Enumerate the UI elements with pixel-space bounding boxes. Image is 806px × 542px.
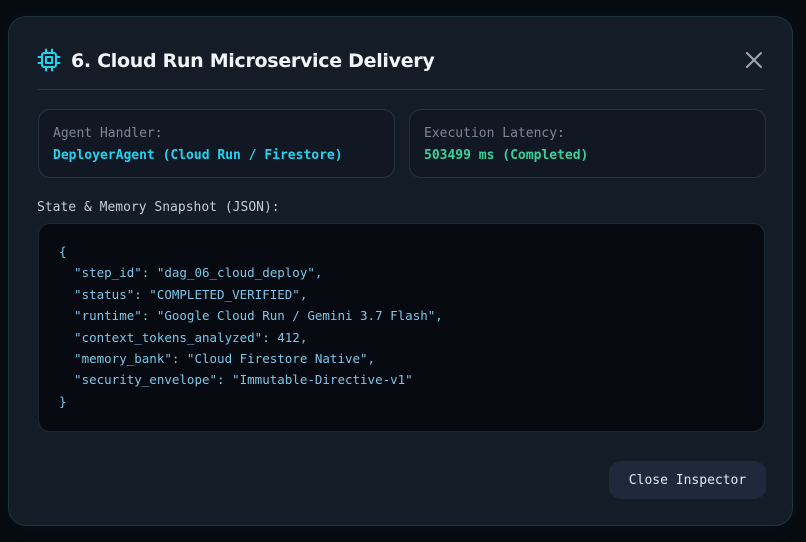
code-line: "runtime": "Google Cloud Run / Gemini 3.… (59, 308, 443, 324)
close-inspector-button[interactable]: Close Inspector (609, 461, 766, 499)
code-line: "context_tokens_analyzed": 412, (59, 329, 308, 345)
code-line: "security_envelope": "Immutable-Directiv… (59, 372, 413, 388)
agent-handler-card: Agent Handler: DeployerAgent (Cloud Run … (38, 109, 395, 178)
close-icon[interactable] (744, 50, 764, 70)
json-snapshot-block: { "step_id": "dag_06_cloud_deploy", "sta… (38, 223, 765, 432)
code-line: "status": "COMPLETED_VERIFIED", (59, 286, 308, 302)
execution-latency-label: Execution Latency: (424, 126, 565, 141)
header-divider (37, 89, 764, 90)
agent-handler-value: DeployerAgent (Cloud Run / Firestore) (53, 148, 343, 163)
code-line: { (59, 244, 67, 259)
cpu-chip-icon (37, 48, 61, 72)
code-line: "memory_bank": "Cloud Firestore Native", (59, 350, 376, 366)
inspector-modal: 6. Cloud Run Microservice Delivery Agent… (8, 16, 793, 526)
snapshot-label: State & Memory Snapshot (JSON): (37, 200, 280, 215)
modal-title: 6. Cloud Run Microservice Delivery (71, 50, 435, 72)
code-line: "step_id": "dag_06_cloud_deploy", (59, 265, 323, 281)
execution-latency-card: Execution Latency: 503499 ms (Completed) (409, 109, 766, 178)
code-line: } (59, 393, 67, 409)
modal-header: 6. Cloud Run Microservice Delivery (37, 47, 764, 77)
execution-latency-value: 503499 ms (Completed) (424, 148, 589, 163)
agent-handler-label: Agent Handler: (53, 126, 163, 141)
